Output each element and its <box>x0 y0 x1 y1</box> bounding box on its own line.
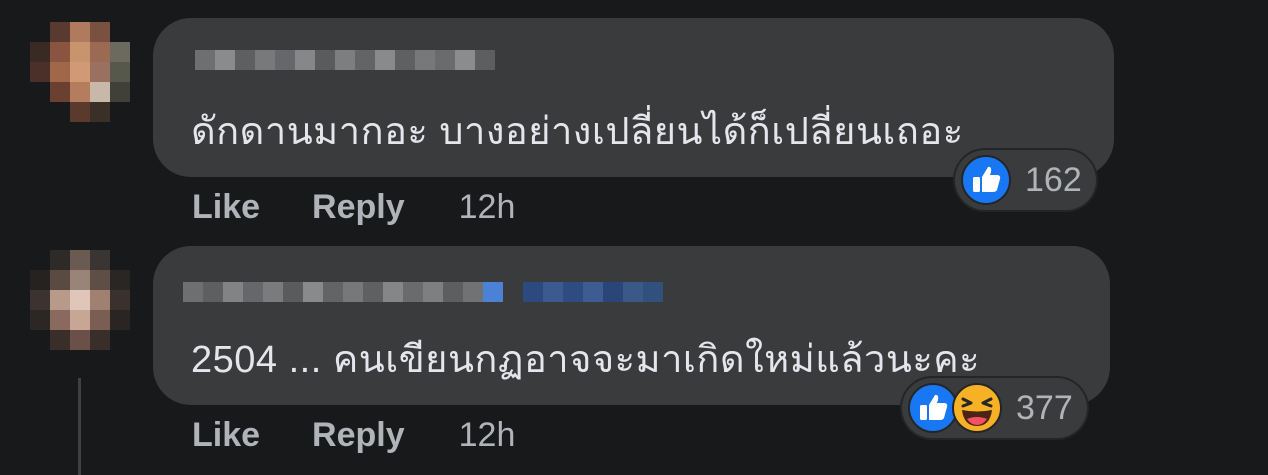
like-button[interactable]: Like <box>192 188 260 227</box>
avatar[interactable] <box>30 22 130 122</box>
like-button[interactable]: Like <box>192 416 260 455</box>
comment-actions: Like Reply 12h <box>192 416 515 455</box>
thread-line <box>78 378 81 475</box>
haha-icon <box>952 383 1002 433</box>
comment-text: ดักดานมากอะ บางอย่างเปลี่ยนได้ก็เปลี่ยนเ… <box>191 111 964 153</box>
reactions-summary[interactable]: 377 <box>902 378 1087 438</box>
author-name-redacted[interactable] <box>183 282 663 302</box>
like-icon <box>908 383 958 433</box>
timestamp[interactable]: 12h <box>459 188 516 227</box>
reactions-summary[interactable]: 162 <box>955 150 1096 210</box>
avatar[interactable] <box>30 250 130 350</box>
like-icon <box>961 155 1011 205</box>
reply-button[interactable]: Reply <box>312 416 405 455</box>
comment-actions: Like Reply 12h <box>192 188 515 227</box>
reaction-count: 377 <box>1016 388 1073 427</box>
comment-text: 2504 ... คนเขียนกฏอาจจะมาเกิดใหม่แล้วนะค… <box>191 339 981 381</box>
author-name-redacted[interactable] <box>195 50 495 70</box>
reaction-count: 162 <box>1025 160 1082 199</box>
reply-button[interactable]: Reply <box>312 188 405 227</box>
timestamp[interactable]: 12h <box>459 416 516 455</box>
